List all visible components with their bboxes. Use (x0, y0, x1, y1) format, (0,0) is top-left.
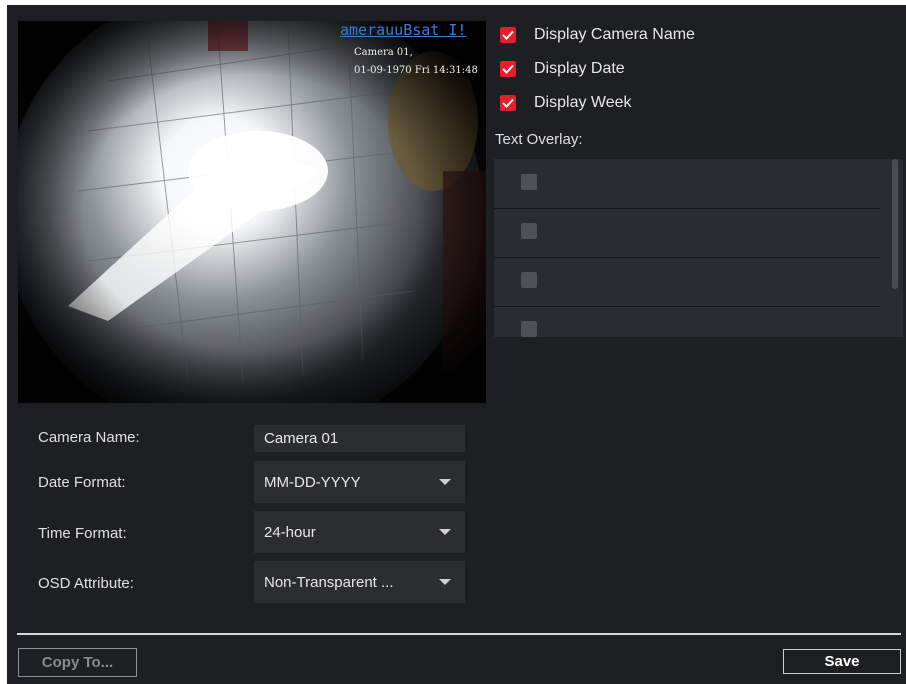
chevron-down-icon (439, 529, 451, 535)
osd-settings-panel: amerauuBsat I! Camera 01, 01-09-1970 Fri… (7, 5, 906, 684)
chevron-down-icon (439, 479, 451, 485)
checkbox-unchecked-icon[interactable] (521, 174, 537, 190)
scrollbar[interactable] (892, 159, 898, 289)
date-format-select[interactable]: MM-DD-YYYY (254, 461, 465, 503)
display-date-label: Display Date (534, 60, 625, 77)
osd-overlay-text: amerauuBsat I! (340, 21, 467, 39)
checkbox-checked-icon[interactable] (500, 27, 516, 43)
list-item[interactable] (494, 208, 880, 258)
camera-name-field[interactable]: Camera 01 (254, 425, 465, 452)
checkbox-checked-icon[interactable] (500, 95, 516, 111)
time-format-value: 24-hour (264, 523, 316, 541)
date-format-label: Date Format: (38, 474, 126, 491)
display-week-label: Display Week (534, 94, 632, 111)
camera-name-value: Camera 01 (264, 430, 339, 447)
date-format-value: MM-DD-YYYY (264, 473, 361, 491)
display-date-option[interactable]: Display Date (500, 58, 625, 80)
time-format-select[interactable]: 24-hour (254, 511, 465, 553)
display-camera-name-option[interactable]: Display Camera Name (500, 24, 695, 46)
osd-camera-name: Camera 01, (354, 47, 413, 58)
osd-attribute-select[interactable]: Non-Transparent ... (254, 561, 465, 603)
list-item[interactable] (494, 257, 880, 307)
checkbox-checked-icon[interactable] (500, 61, 516, 77)
text-overlay-list (494, 159, 903, 337)
display-camera-name-label: Display Camera Name (534, 26, 695, 43)
text-overlay-title: Text Overlay: (495, 131, 583, 148)
preview-image (18, 21, 486, 403)
osd-attribute-label: OSD Attribute: (38, 575, 134, 592)
save-button[interactable]: Save (783, 649, 901, 674)
camera-preview: amerauuBsat I! Camera 01, 01-09-1970 Fri… (18, 21, 486, 403)
time-format-label: Time Format: (38, 525, 127, 542)
list-item[interactable] (494, 159, 880, 209)
osd-datetime: 01-09-1970 Fri 14:31:48 (354, 65, 478, 76)
checkbox-unchecked-icon[interactable] (521, 272, 537, 288)
divider (17, 633, 901, 635)
camera-name-label: Camera Name: (38, 429, 140, 446)
list-item[interactable] (494, 306, 880, 337)
chevron-down-icon (439, 579, 451, 585)
checkbox-unchecked-icon[interactable] (521, 321, 537, 337)
checkbox-unchecked-icon[interactable] (521, 223, 537, 239)
copy-to-button[interactable]: Copy To... (18, 648, 137, 677)
display-week-option[interactable]: Display Week (500, 92, 632, 114)
osd-attribute-value: Non-Transparent ... (264, 573, 394, 591)
